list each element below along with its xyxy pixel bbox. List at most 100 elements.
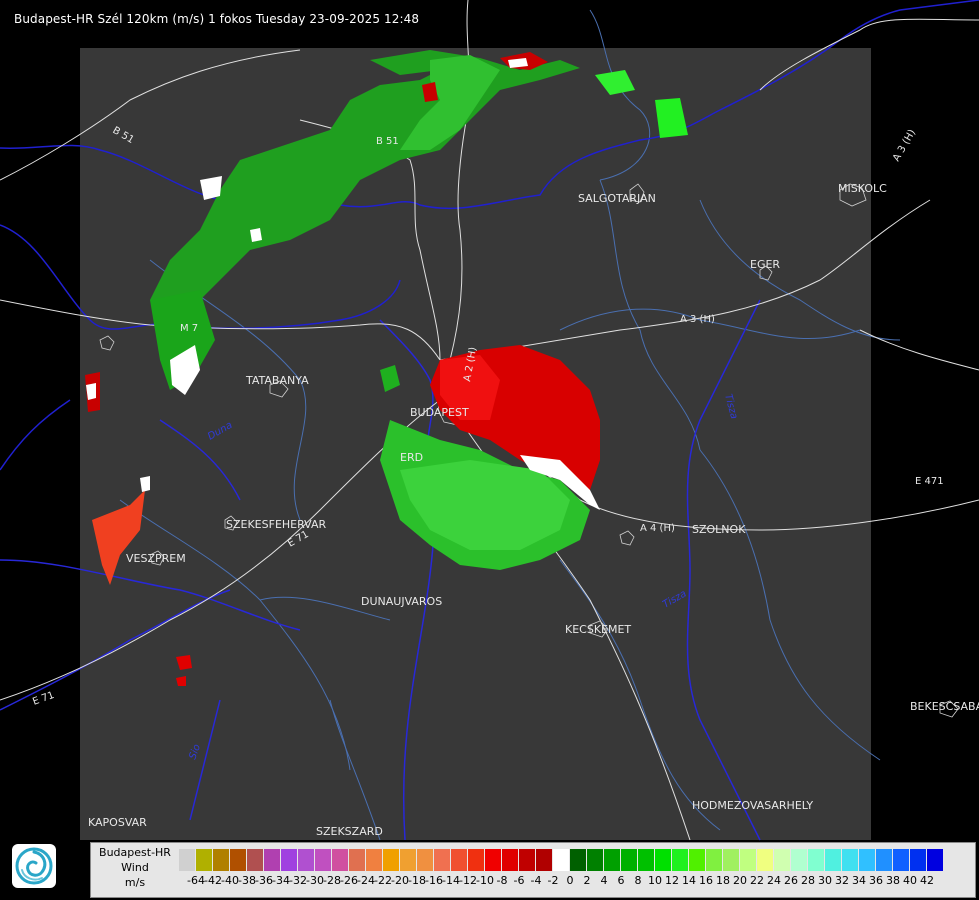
city-label-veszprem: VESZPREM	[126, 552, 186, 565]
legend-tick-label: -12	[459, 874, 477, 887]
legend-swatch	[536, 849, 553, 871]
legend-swatch	[655, 849, 672, 871]
legend-swatch	[383, 849, 400, 871]
city-label-kecskemet: KECSKEMET	[565, 623, 631, 636]
legend-tick-label: 0	[566, 874, 574, 887]
radar-coverage-area	[80, 48, 871, 840]
legend-swatch	[247, 849, 264, 871]
road-label-b51: B 51	[376, 136, 399, 147]
legend-tick-label: -20	[391, 874, 409, 887]
legend-swatch	[400, 849, 417, 871]
legend-tick-label: 24	[767, 874, 781, 887]
legend-tick-label: 30	[818, 874, 832, 887]
legend-tick-label: -64	[187, 874, 205, 887]
city-label-hodmezovasarhely: HODMEZOVASARHELY	[692, 799, 813, 812]
legend-tick-labels: -64 -42 -40 -38 -36 -34 -32 -30 -28 -26 -24 -22 -20-…	[179, 874, 979, 890]
city-label-szolnok: SZOLNOK	[692, 523, 746, 536]
city-label-kaposvar: KAPOSVAR	[88, 816, 147, 829]
legend-tick-label: 40	[903, 874, 917, 887]
legend-tick-label: -18	[408, 874, 426, 887]
omsz-swirl-logo-icon	[15, 847, 53, 885]
legend-station: Budapest-HR	[99, 846, 171, 859]
road-east	[859, 329, 979, 371]
legend-swatch	[264, 849, 281, 871]
legend-swatch	[808, 849, 825, 871]
road-label-m7: M 7	[180, 323, 198, 334]
legend-swatch	[893, 849, 910, 871]
city-label-tatabanya: TATABANYA	[245, 374, 309, 387]
legend-swatch	[859, 849, 876, 871]
legend-swatch	[468, 849, 485, 871]
legend-tick-label: 12	[665, 874, 679, 887]
city-label-budapest: BUDAPEST	[410, 406, 469, 419]
legend-swatch	[196, 849, 213, 871]
city-label-eger: EGER	[750, 258, 780, 271]
legend-swatch	[502, 849, 519, 871]
legend-tick-label: -14	[442, 874, 460, 887]
legend-swatch	[451, 849, 468, 871]
legend-swatch	[842, 849, 859, 871]
legend-tick-label: -34	[272, 874, 290, 887]
legend-tick-label: -30	[306, 874, 324, 887]
city-label-miskolc: MISKOLC	[838, 182, 887, 195]
legend-swatch	[757, 849, 774, 871]
legend-swatch	[434, 849, 451, 871]
legend-swatch	[774, 849, 791, 871]
legend-swatch	[349, 849, 366, 871]
legend-tick-label: 42	[920, 874, 934, 887]
legend-swatch	[417, 849, 434, 871]
city-label-dunaujvaros: DUNAUJVAROS	[361, 595, 442, 608]
legend-swatch	[230, 849, 247, 871]
legend-unit: m/s	[124, 876, 146, 889]
legend-swatch	[740, 849, 757, 871]
legend-tick-label: 4	[600, 874, 608, 887]
omsz-logo	[12, 844, 56, 888]
legend-swatch	[332, 849, 349, 871]
legend-tick-label: -4	[530, 874, 542, 887]
legend-tick-label: -42	[204, 874, 222, 887]
legend-tick-label: -8	[496, 874, 508, 887]
road-label-e471: E 471	[915, 476, 944, 487]
legend-swatch	[689, 849, 706, 871]
legend-tick-label: -28	[323, 874, 341, 887]
road-label-a4: A 4 (H)	[640, 523, 675, 534]
legend-tick-label: -26	[340, 874, 358, 887]
legend-swatch	[485, 849, 502, 871]
legend-tick-label: 28	[801, 874, 815, 887]
radar-map-view: Budapest-HR Szél 120km (m/s) 1 fokos Tue…	[0, 0, 979, 900]
legend-tick-label: 22	[750, 874, 764, 887]
legend-swatch	[706, 849, 723, 871]
legend-swatch	[910, 849, 927, 871]
legend-tick-label: -22	[374, 874, 392, 887]
legend-swatch	[315, 849, 332, 871]
legend-tick-label: 10	[648, 874, 662, 887]
legend-tick-label: -2	[547, 874, 559, 887]
legend-swatch	[587, 849, 604, 871]
legend-swatch	[281, 849, 298, 871]
legend-quantity: Wind	[121, 861, 149, 874]
legend-swatch	[298, 849, 315, 871]
legend-tick-label: -38	[238, 874, 256, 887]
legend-tick-label: 2	[583, 874, 591, 887]
legend-tick-label: 14	[682, 874, 696, 887]
legend-tick-label: 16	[699, 874, 713, 887]
radar-map: B 51 B 51 A 3 (H) A 3 (H) A 2 (H) A 4 (H…	[0, 0, 979, 841]
legend-swatch	[621, 849, 638, 871]
legend-label: Budapest-HR Wind m/s	[91, 845, 179, 890]
legend-tick-label: 8	[634, 874, 642, 887]
city-label-salgotarjan: SALGOTARJAN	[578, 192, 656, 205]
city-label-szekesfehervar: SZEKESFEHERVAR	[226, 518, 327, 531]
legend-tick-label: 18	[716, 874, 730, 887]
city-label-bekescsaba: BEKESCSABA	[910, 700, 979, 713]
legend-tick-label: -40	[221, 874, 239, 887]
western-border	[0, 399, 71, 471]
legend-swatch	[604, 849, 621, 871]
city-label-erd: ERD	[400, 451, 423, 464]
legend-color-scale	[179, 849, 944, 871]
legend-swatch	[927, 849, 944, 871]
legend-swatch	[366, 849, 383, 871]
legend-swatch	[672, 849, 689, 871]
legend-swatch	[791, 849, 808, 871]
legend-tick-label: -32	[289, 874, 307, 887]
legend-swatch	[876, 849, 893, 871]
